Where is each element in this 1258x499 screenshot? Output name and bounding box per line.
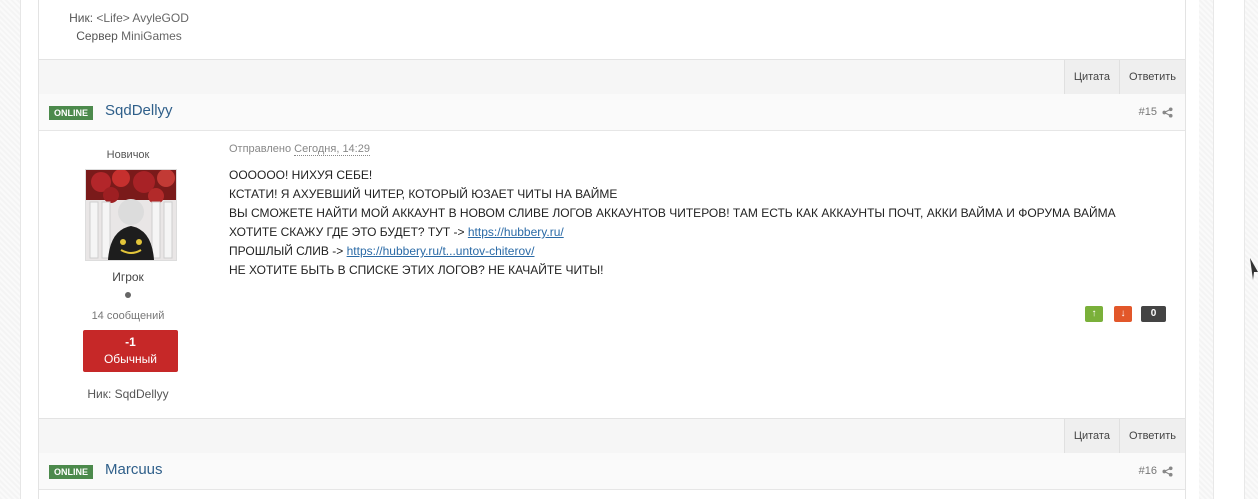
message-line: КСТАТИ! Я АХУЕВШИЙ ЧИТЕР, КОТОРЫЙ ЮЗАЕТ … <box>229 187 618 201</box>
message-line: ВЫ СМОЖЕТЕ НАЙТИ МОЙ АККАУНТ В НОВОМ СЛИ… <box>229 206 1116 220</box>
post-number-label[interactable]: #16 <box>1139 465 1157 477</box>
online-badge: ONLINE <box>49 106 94 120</box>
message-line: ОООООО! НИХУЯ СЕБЕ! <box>229 168 373 182</box>
message-line-text: ПРОШЛЫЙ СЛИВ -> <box>229 244 347 258</box>
post-number-label[interactable]: #15 <box>1139 106 1157 118</box>
post-number[interactable]: #16 <box>1139 465 1173 477</box>
offline-status-icon <box>125 292 131 298</box>
post-number[interactable]: #15 <box>1139 106 1173 118</box>
vote-up-button[interactable]: ↑ <box>1085 306 1103 322</box>
left-gutter <box>0 0 21 499</box>
reply-button[interactable]: Ответить <box>1118 419 1185 453</box>
quote-button[interactable]: Цитата <box>1063 419 1119 453</box>
previous-leak-link[interactable]: https://hubbery.ru/t...untov-chiterov/ <box>347 244 535 258</box>
quote-button[interactable]: Цитата <box>1063 60 1119 94</box>
sent-date: Сегодня, 14:29 <box>294 143 370 156</box>
message-count[interactable]: 14 сообщений <box>38 310 218 322</box>
previous-post-author-info: Ник: <Life> AvyleGOD Сервер MiniGames <box>39 9 219 45</box>
reputation-value: -1 <box>125 335 136 349</box>
post-author-username[interactable]: Marcuus <box>105 461 163 478</box>
post-date: Отправлено Сегодня, 14:29 <box>229 143 370 156</box>
message-line: ПРОШЛЫЙ СЛИВ -> https://hubbery.ru/t...u… <box>229 242 1116 261</box>
post-16-header: ONLINE Marcuus #16 <box>39 453 1185 490</box>
hubbery-link[interactable]: https://hubbery.ru/ <box>468 225 564 239</box>
post-message: ОООООО! НИХУЯ СЕБЕ! КСТАТИ! Я АХУЕВШИЙ Ч… <box>229 166 1116 280</box>
message-line: ХОТИТЕ СКАЖУ ГДЕ ЭТО БУДЕТ? ТУТ -> https… <box>229 223 1116 242</box>
avatar[interactable] <box>85 169 177 261</box>
previous-server-label: Сервер <box>76 29 122 43</box>
arrow-down-icon: ↓ <box>1120 308 1126 319</box>
sent-label: Отправлено <box>229 143 295 155</box>
author-rank: Новичок <box>106 149 150 161</box>
previous-server-value: MiniGames <box>121 29 182 43</box>
reputation-title: Обычный <box>103 352 158 366</box>
share-icon[interactable] <box>1162 465 1173 477</box>
message-line: НЕ ХОТИТЕ БЫТЬ В СПИСКЕ ЭТИХ ЛОГОВ? НЕ К… <box>229 263 604 277</box>
post-author-username[interactable]: SqdDellyy <box>105 102 173 119</box>
post-15-action-bar: Цитата Ответить <box>39 418 1185 454</box>
post-15-header: ONLINE SqdDellyy #15 <box>39 94 1185 131</box>
reputation-badge: -1 Обычный <box>83 330 178 372</box>
message-line-text: ХОТИТЕ СКАЖУ ГДЕ ЭТО БУДЕТ? ТУТ -> <box>229 225 468 239</box>
previous-nick-value: <Life> AvyleGOD <box>96 11 189 25</box>
arrow-up-icon: ↑ <box>1091 308 1097 319</box>
vote-down-button[interactable]: ↓ <box>1114 306 1132 322</box>
reputation-score: 0 <box>1141 306 1166 322</box>
cursor-fragment-icon <box>1250 258 1258 280</box>
reply-button[interactable]: Ответить <box>1118 60 1185 94</box>
online-badge: ONLINE <box>49 465 94 479</box>
post-14-action-bar: Цитата Ответить <box>39 59 1185 95</box>
author-nick: Ник: SqdDellyy <box>87 387 169 401</box>
previous-nick-label: Ник: <box>69 11 97 25</box>
share-icon[interactable] <box>1162 106 1173 118</box>
previous-post-server: Сервер MiniGames <box>39 27 219 45</box>
right-sidebar-panel <box>1213 0 1245 499</box>
previous-post-nick: Ник: <Life> AvyleGOD <box>39 9 219 27</box>
author-group: Игрок <box>112 270 144 284</box>
